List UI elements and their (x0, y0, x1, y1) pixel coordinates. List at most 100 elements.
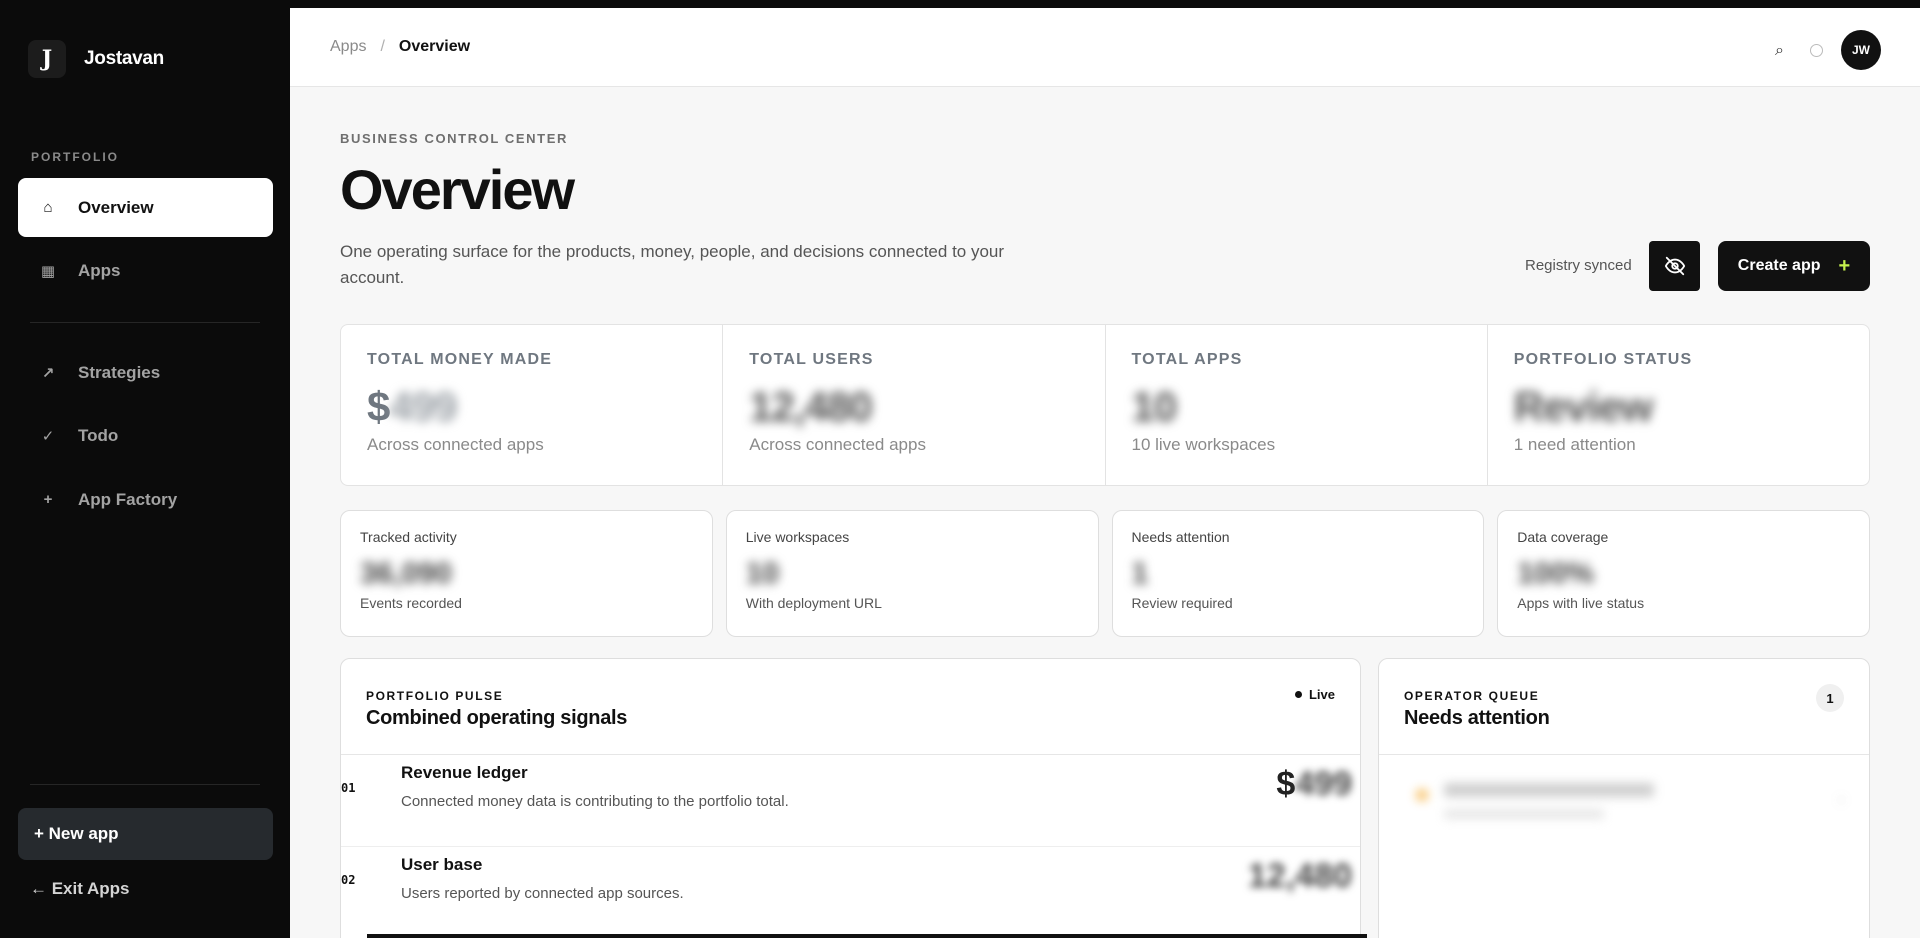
stat-portfolio-status: PORTFOLIO STATUS Review 1 need attention (1488, 325, 1869, 485)
row-number: 01 (341, 781, 356, 795)
metric-value: 1 (1131, 557, 1149, 590)
plus-icon: + (43, 491, 53, 508)
brand-name: Jostavan (84, 48, 164, 69)
row-number: 02 (341, 873, 356, 887)
top-header: Apps / Overview ⌕ JW (290, 8, 1920, 87)
warning-dot-icon (1416, 789, 1428, 801)
stat-value: 10 (1131, 383, 1178, 430)
sidebar-item-label: Overview (78, 197, 154, 217)
sidebar-item-apps[interactable]: ▦ Apps (18, 241, 273, 300)
pulse-row-revenue[interactable]: 01 Revenue ledger Connected money data i… (341, 755, 1360, 847)
exit-apps-link[interactable]: ← Exit Apps (30, 879, 130, 899)
sidebar-item-overview[interactable]: ⌂ Overview (18, 178, 273, 237)
create-app-button[interactable]: Create app + (1718, 241, 1870, 291)
stat-label: TOTAL USERS (749, 351, 874, 368)
sidebar-item-label: Todo (78, 425, 119, 445)
sidebar-item-strategies[interactable]: ↗ Strategies (18, 343, 273, 402)
stat-value: 12,480 (749, 383, 872, 430)
sidebar-item-label: App Factory (78, 489, 178, 509)
stat-label: TOTAL MONEY MADE (367, 351, 553, 368)
metric-card-tracked-activity[interactable]: Tracked activity 36,090 Events recorded (340, 510, 713, 637)
stat-total-users: TOTAL USERS 12,480 Across connected apps (723, 325, 1106, 485)
stat-total-money: TOTAL MONEY MADE $499 Across connected a… (341, 325, 724, 485)
stat-sub: Across connected apps (367, 435, 544, 454)
search-icon[interactable]: ⌕ (1775, 42, 1784, 60)
row-description: Users reported by connected app sources. (401, 885, 684, 902)
hide-values-button[interactable] (1649, 241, 1700, 291)
stat-label: PORTFOLIO STATUS (1513, 351, 1693, 368)
breadcrumb: Apps / Overview (330, 38, 470, 56)
metric-sub: With deployment URL (745, 595, 882, 611)
sidebar-item-todo[interactable]: ✓ Todo (18, 406, 273, 465)
metric-card-needs-attention[interactable]: Needs attention 1 Review required (1111, 510, 1485, 637)
new-app-button[interactable]: + New app (18, 808, 273, 860)
sidebar-divider (30, 322, 260, 323)
queue-item[interactable]: › (1404, 779, 1844, 839)
panel-eyebrow: PORTFOLIO PULSE (366, 689, 504, 703)
eye-off-icon (1664, 256, 1685, 276)
page-title: Overview (340, 158, 575, 221)
row-value: 12,480 (1248, 857, 1352, 895)
panel-title: Needs attention (1404, 707, 1550, 729)
status-indicator-icon[interactable] (1810, 44, 1823, 57)
metric-sub: Apps with live status (1517, 595, 1645, 611)
sidebar-item-app-factory[interactable]: + App Factory (18, 470, 273, 529)
live-badge: Live (1294, 687, 1335, 702)
breadcrumb-current: Overview (398, 38, 471, 55)
stat-sub: 10 live workspaces (1131, 435, 1276, 454)
row-description: Connected money data is contributing to … (401, 793, 789, 810)
metric-card-data-coverage[interactable]: Data coverage 100% Apps with live status (1497, 510, 1870, 637)
stat-sub: Across connected apps (749, 435, 926, 454)
pulse-row-users[interactable]: 02 User base Users reported by connected… (341, 847, 1360, 938)
metric-label: Data coverage (1517, 529, 1609, 545)
portfolio-pulse-panel: PORTFOLIO PULSE Combined operating signa… (340, 658, 1361, 938)
trend-arrow-icon: ↗ (41, 364, 55, 382)
panel-title: Combined operating signals (366, 707, 628, 729)
stat-value: $499 (367, 383, 457, 430)
metric-value: 100% (1517, 557, 1594, 590)
operator-queue-panel: OPERATOR QUEUE Needs attention 1 › (1378, 658, 1870, 938)
queue-item-detail (1444, 809, 1604, 819)
breadcrumb-apps-link[interactable]: Apps (330, 38, 366, 56)
live-dot-icon (1294, 691, 1302, 698)
chevron-right-icon: › (1838, 791, 1844, 808)
metric-sub: Events recorded (360, 595, 462, 611)
panel-divider (1379, 754, 1869, 755)
sidebar-item-label: Apps (78, 260, 121, 280)
sidebar-divider (30, 784, 260, 785)
window-top-strip (0, 0, 1920, 8)
grid-icon: ▦ (40, 262, 56, 280)
page-eyebrow: BUSINESS CONTROL CENTER (340, 131, 568, 146)
row-title: User base (401, 855, 483, 874)
metric-value: 36,090 (360, 557, 452, 590)
home-icon: ⌂ (43, 199, 53, 216)
row-value: $499 (1276, 765, 1352, 803)
metric-label: Live workspaces (745, 529, 850, 545)
sidebar-item-label: Strategies (78, 362, 161, 382)
metric-label: Tracked activity (360, 529, 457, 545)
metric-value: 10 (745, 557, 780, 590)
registry-sync-status: Registry synced (1525, 257, 1632, 274)
create-app-label: Create app (1737, 257, 1821, 274)
brand[interactable]: J Jostavan (28, 40, 164, 78)
metric-sub: Review required (1131, 595, 1233, 611)
brand-logo-icon: J (28, 40, 66, 78)
panel-eyebrow: OPERATOR QUEUE (1404, 689, 1540, 703)
sidebar-section-label: PORTFOLIO (31, 150, 119, 164)
queue-count-badge: 1 (1816, 684, 1844, 712)
horizontal-scrollbar[interactable] (367, 934, 1367, 938)
stat-sub: 1 need attention (1513, 435, 1636, 454)
sidebar: J Jostavan PORTFOLIO ⌂ Overview ▦ Apps ↗… (0, 8, 290, 938)
avatar[interactable]: JW (1841, 30, 1881, 70)
metric-cards: Tracked activity 36,090 Events recorded … (340, 510, 1870, 637)
live-label: Live (1308, 687, 1335, 702)
metric-label: Needs attention (1131, 529, 1230, 545)
metric-card-live-workspaces[interactable]: Live workspaces 10 With deployment URL (725, 510, 1099, 637)
summary-stats: TOTAL MONEY MADE $499 Across connected a… (340, 324, 1870, 486)
plus-icon: + (1838, 254, 1851, 277)
stat-value: Review (1513, 383, 1654, 430)
row-title: Revenue ledger (401, 763, 528, 782)
breadcrumb-separator: / (380, 38, 385, 55)
stat-total-apps: TOTAL APPS 10 10 live workspaces (1106, 325, 1488, 485)
queue-item-title (1444, 783, 1654, 797)
